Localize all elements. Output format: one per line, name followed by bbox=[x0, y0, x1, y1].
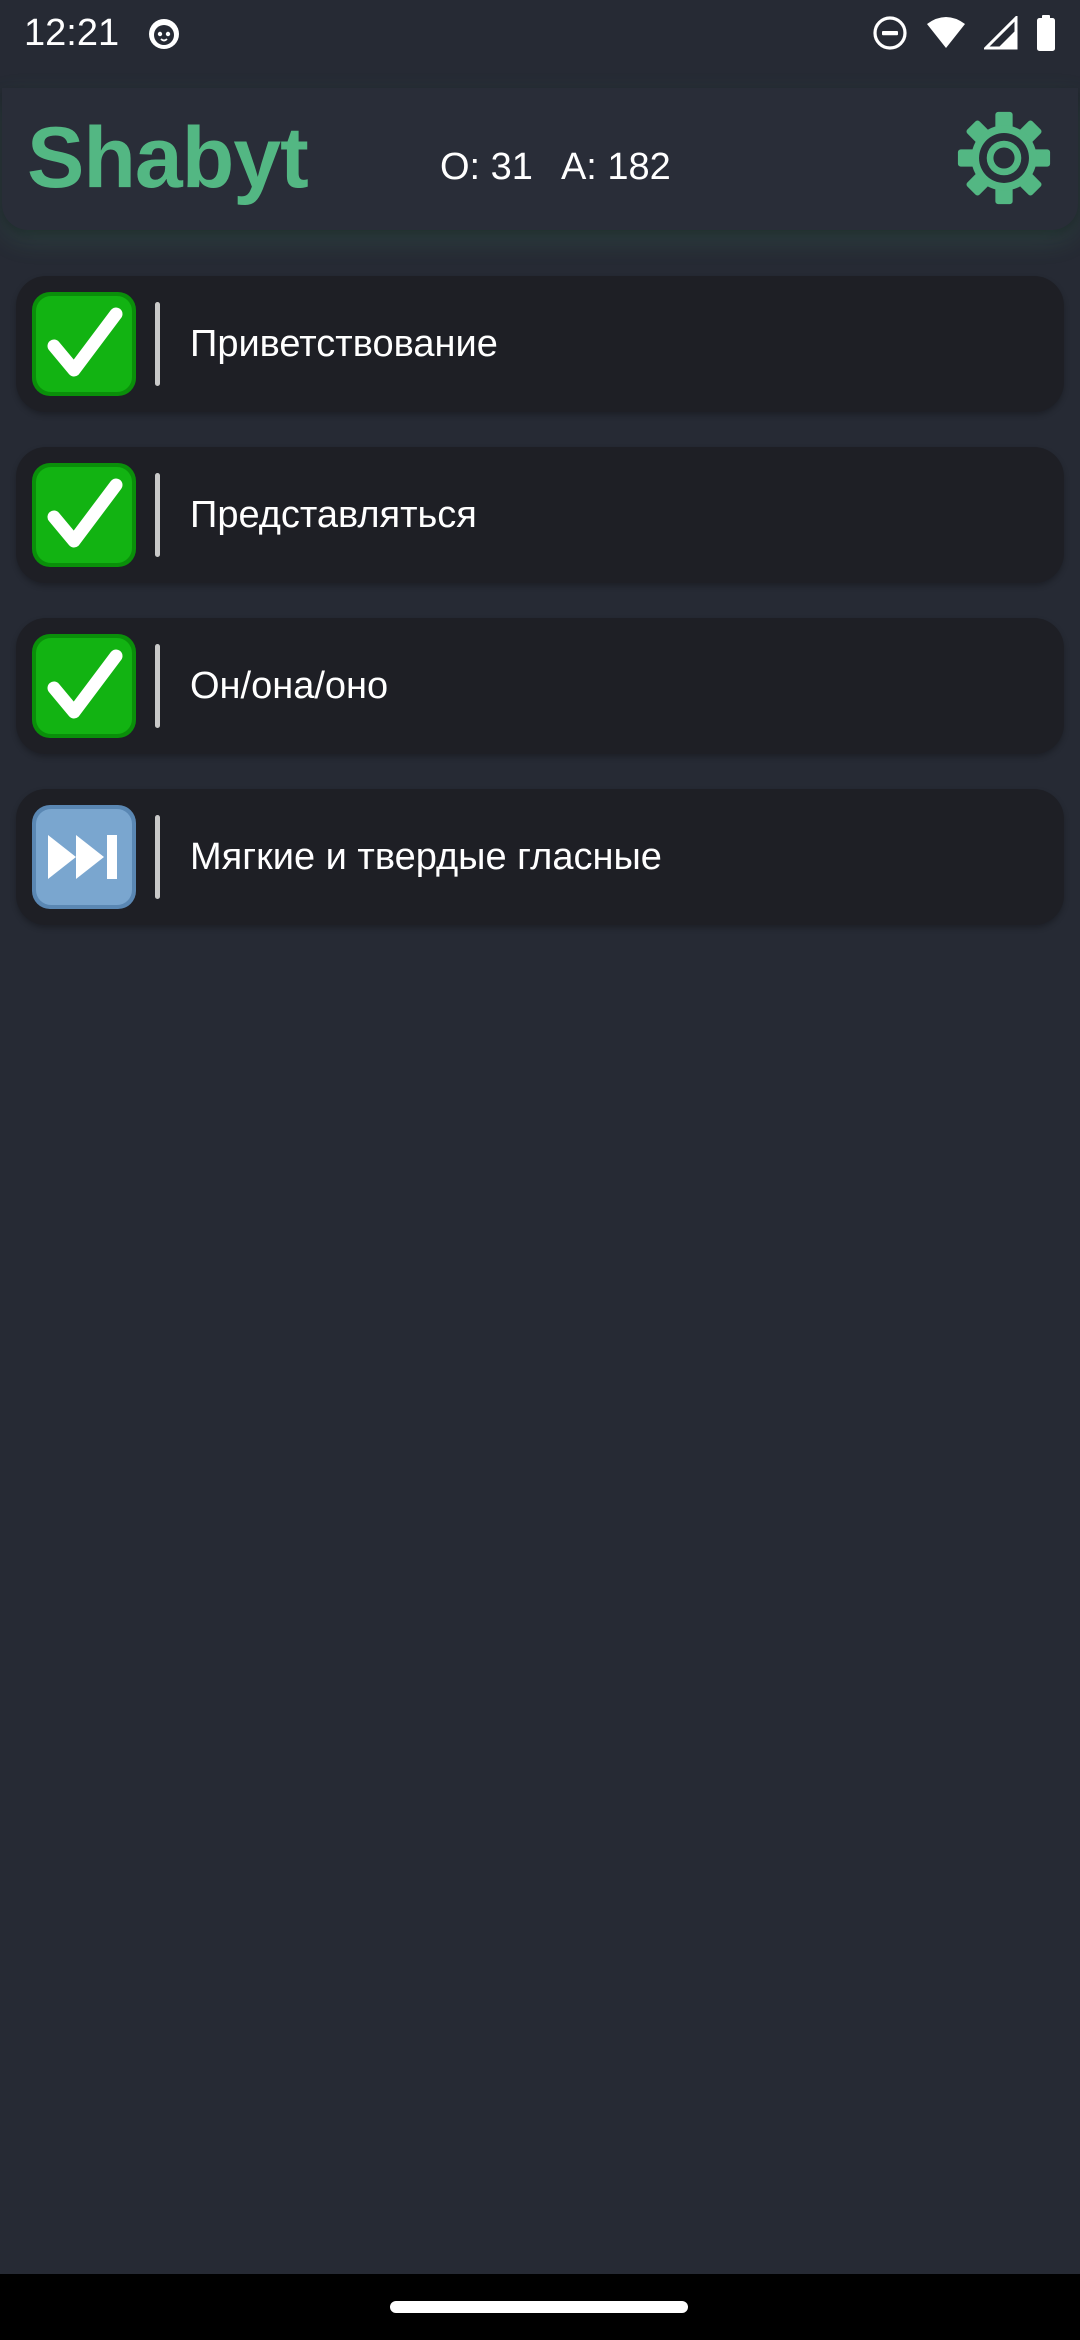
a-stat: A: 182 bbox=[560, 146, 671, 188]
fast-forward-icon bbox=[32, 805, 136, 909]
lesson-divider bbox=[155, 302, 160, 386]
status-bar: 12:21 bbox=[0, 0, 1080, 66]
stats-bar: O: 31 A: 182 bbox=[440, 144, 671, 190]
lesson-divider bbox=[155, 473, 160, 557]
home-gesture-handle[interactable] bbox=[390, 2301, 688, 2313]
navigation-bar bbox=[0, 2274, 1080, 2340]
checkmark-icon bbox=[32, 292, 136, 396]
checkmark-icon bbox=[32, 463, 136, 567]
lesson-label: Он/она/оно bbox=[190, 665, 389, 707]
cat-notification-icon bbox=[149, 19, 179, 49]
lesson-item-pronouns[interactable]: Он/она/оно bbox=[16, 618, 1064, 754]
lesson-item-introduce[interactable]: Представляться bbox=[16, 447, 1064, 583]
signal-icon bbox=[984, 16, 1018, 50]
o-stat: O: 31 bbox=[440, 146, 533, 188]
lesson-label: Мягкие и твердые гласные bbox=[190, 836, 662, 878]
gear-icon[interactable] bbox=[956, 110, 1052, 206]
app-title: Shabyt bbox=[27, 110, 309, 206]
lesson-list: Приветствование Представляться Он/она/он… bbox=[16, 276, 1064, 960]
lesson-label: Приветствование bbox=[190, 323, 498, 365]
wifi-icon bbox=[927, 17, 965, 48]
app-header: Shabyt O: 31 A: 182 bbox=[2, 88, 1078, 230]
lesson-item-vowels[interactable]: Мягкие и твердые гласные bbox=[16, 789, 1064, 925]
lesson-divider bbox=[155, 815, 160, 899]
status-icons bbox=[872, 14, 1056, 52]
lesson-item-greeting[interactable]: Приветствование bbox=[16, 276, 1064, 412]
battery-icon bbox=[1037, 15, 1055, 51]
do-not-disturb-icon bbox=[873, 16, 907, 50]
checkmark-icon bbox=[32, 634, 136, 738]
status-time: 12:21 bbox=[24, 12, 120, 54]
lesson-label: Представляться bbox=[190, 494, 477, 536]
lesson-divider bbox=[155, 644, 160, 728]
